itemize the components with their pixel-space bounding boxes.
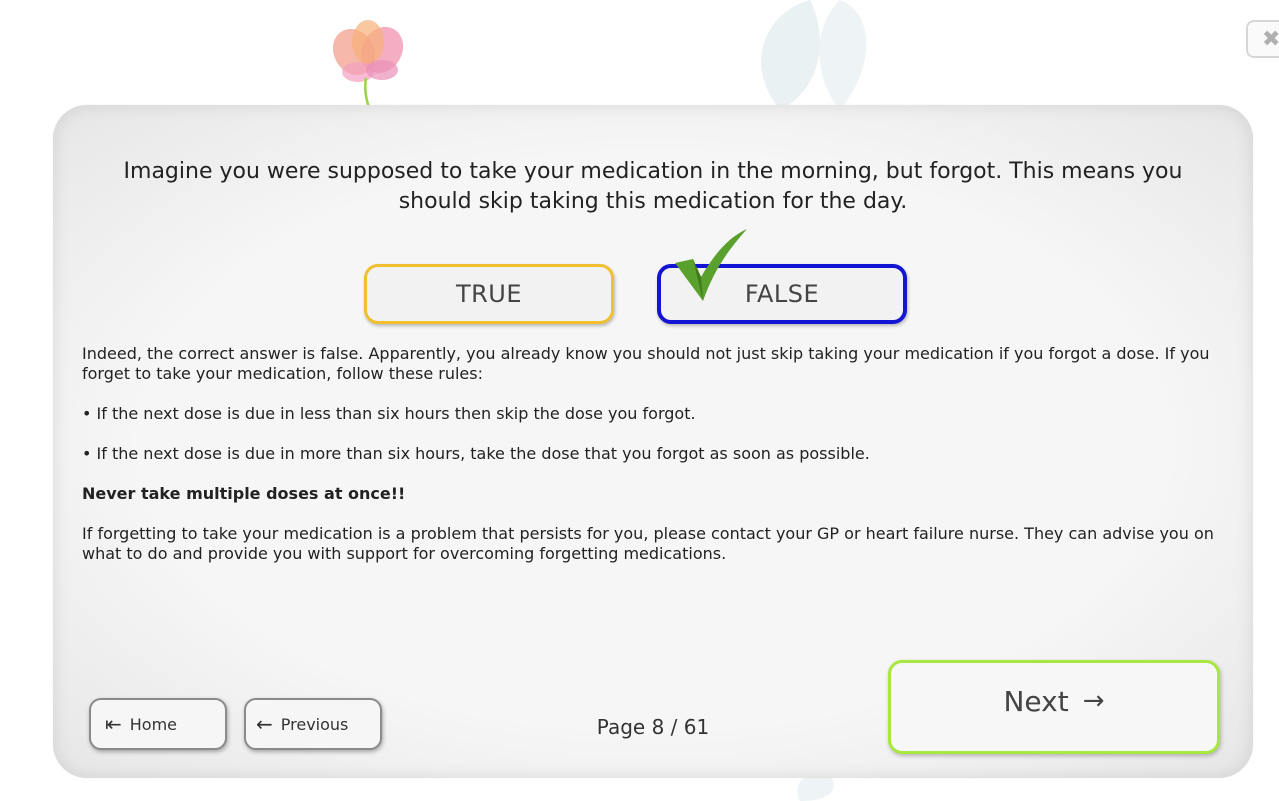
next-arrow-icon: →: [1082, 686, 1105, 716]
close-button[interactable]: ✖: [1246, 20, 1279, 58]
home-button[interactable]: ⇤ Home: [89, 698, 227, 750]
flower-logo-icon: [332, 20, 404, 110]
next-label: Next: [1003, 684, 1069, 718]
page-indicator: Page 8 / 61: [596, 715, 710, 739]
close-icon: ✖: [1262, 26, 1279, 52]
checkmark-icon: [675, 229, 747, 301]
true-answer-button[interactable]: TRUE: [364, 264, 614, 324]
previous-label: Previous: [280, 714, 349, 734]
feedback-closing: If forgetting to take your medication is…: [82, 524, 1214, 563]
false-answer-label: FALSE: [744, 280, 820, 308]
true-answer-label: TRUE: [455, 280, 523, 308]
feedback-intro: Indeed, the correct answer is false. App…: [82, 344, 1210, 383]
quiz-card: Imagine you were supposed to take your m…: [53, 105, 1253, 778]
page: ✖ Imagine you were supposed to take your…: [0, 0, 1279, 801]
home-arrow-icon: ⇤: [105, 712, 122, 736]
feedback-rule-2: • If the next dose is due in more than s…: [82, 444, 870, 463]
previous-button[interactable]: ← Previous: [244, 698, 382, 750]
feedback-warning: Never take multiple doses at once!!: [82, 484, 406, 503]
previous-arrow-icon: ←: [256, 712, 273, 736]
feedback-rule-1: • If the next dose is due in less than s…: [82, 404, 696, 423]
question-text: Imagine you were supposed to take your m…: [123, 159, 1183, 214]
feedback-section: Indeed, the correct answer is false. App…: [82, 344, 1222, 584]
next-button[interactable]: Next →: [888, 660, 1220, 754]
home-label: Home: [129, 714, 178, 734]
